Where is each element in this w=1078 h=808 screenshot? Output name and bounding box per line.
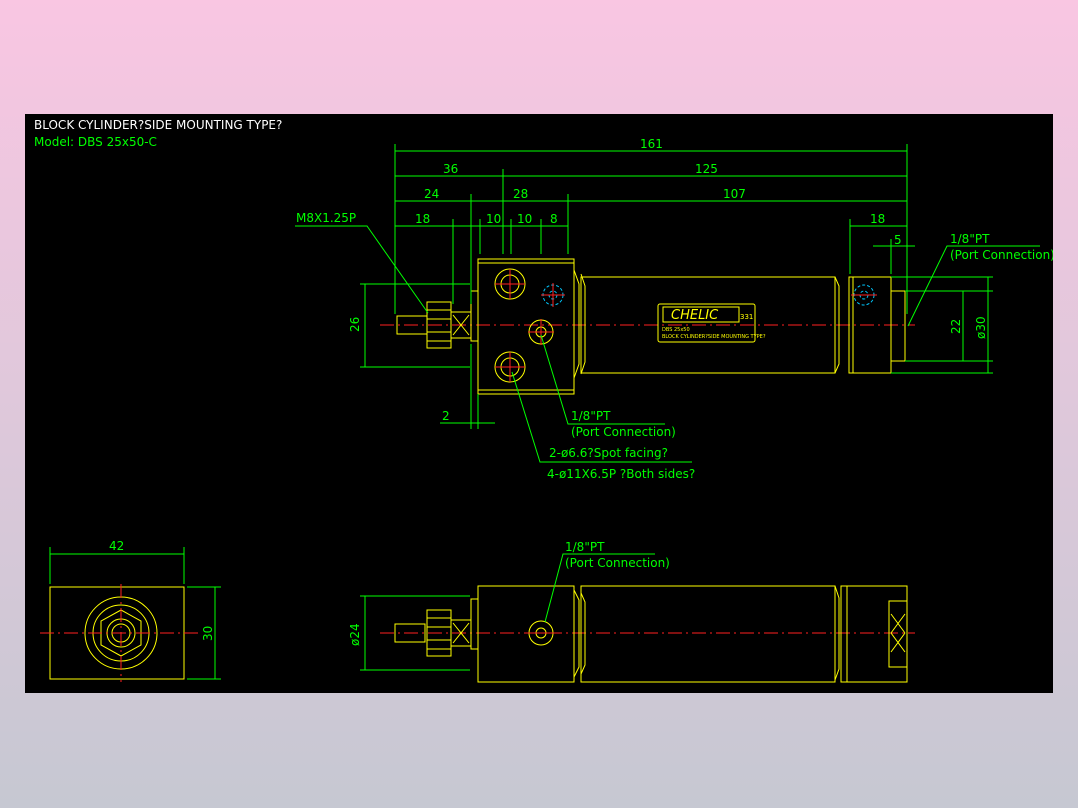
side-tube [573, 585, 840, 683]
end-view: 42 30 [40, 539, 221, 682]
callout-port-mid-note: (Port Connection) [571, 425, 676, 439]
rod-seal-step [470, 290, 479, 342]
dim-30-dia: ø30 [974, 316, 988, 339]
drawing-title: BLOCK CYLINDER?SIDE MOUNTING TYPE? [34, 118, 282, 132]
side-end-cap [840, 585, 908, 683]
cad-drawing-canvas: BLOCK CYLINDER?SIDE MOUNTING TYPE? Model… [25, 114, 1053, 693]
dim-2: 2 [442, 409, 450, 423]
label-line2: BLOCK CYLINDER?SIDE MOUNTING TYPE? [662, 334, 766, 340]
hidden-screw-head [541, 283, 565, 307]
cylinder-tube [573, 269, 840, 379]
dim-42: 42 [109, 539, 124, 553]
dim-18-left: 18 [415, 212, 430, 226]
dim-18-right: 18 [870, 212, 885, 226]
dim-22: 22 [949, 319, 963, 334]
callout-spot-facing: 2-ø6.6?Spot facing? [549, 446, 668, 460]
dim-28: 28 [513, 187, 528, 201]
dim-125: 125 [695, 162, 718, 176]
label-line1: DBS 25x50 [662, 327, 690, 333]
mounting-hole-lower [494, 351, 526, 383]
dim-30-end: 30 [201, 626, 215, 641]
callout-port-bottom-note: (Port Connection) [565, 556, 670, 570]
dim-24: 24 [424, 187, 439, 201]
dim-5: 5 [894, 233, 902, 247]
top-view: CHELIC 331 DBS 25x50 BLOCK CYLINDER?SIDE… [295, 137, 1053, 481]
label-plate: CHELIC 331 DBS 25x50 BLOCK CYLINDER?SIDE… [657, 303, 766, 343]
dim-26: 26 [348, 317, 362, 332]
cad-drawing: BLOCK CYLINDER?SIDE MOUNTING TYPE? Model… [34, 118, 1053, 683]
label-brand: CHELIC [671, 308, 719, 323]
callout-port-bottom: 1/8"PT [565, 540, 605, 554]
head-block [477, 258, 575, 395]
top-dimension-lines [395, 150, 915, 247]
side-view: ø24 1/8"PT (Port Connection) [348, 540, 915, 683]
dim-10-a: 10 [486, 212, 501, 226]
callout-port-top-right: 1/8"PT [950, 232, 990, 246]
side-head-block [477, 585, 575, 683]
callout-thread: M8X1.25P [296, 211, 356, 225]
dim-107: 107 [723, 187, 746, 201]
callout-counterbore: 4-ø11X6.5P ?Both sides? [547, 467, 695, 481]
label-code: 331 [740, 313, 753, 321]
mounting-hole-upper [494, 268, 526, 300]
top-extension-lines [394, 144, 908, 314]
dim-36: 36 [443, 162, 458, 176]
port-head [528, 319, 554, 345]
dim-24-dia: ø24 [348, 623, 362, 646]
drawing-model: Model: DBS 25x50-C [34, 135, 157, 149]
dim-10-b: 10 [517, 212, 532, 226]
side-port [528, 620, 554, 646]
callout-port-mid: 1/8"PT [571, 409, 611, 423]
dim-8: 8 [550, 212, 558, 226]
dim-161: 161 [640, 137, 663, 151]
callout-port-top-right-note: (Port Connection) [950, 248, 1053, 262]
